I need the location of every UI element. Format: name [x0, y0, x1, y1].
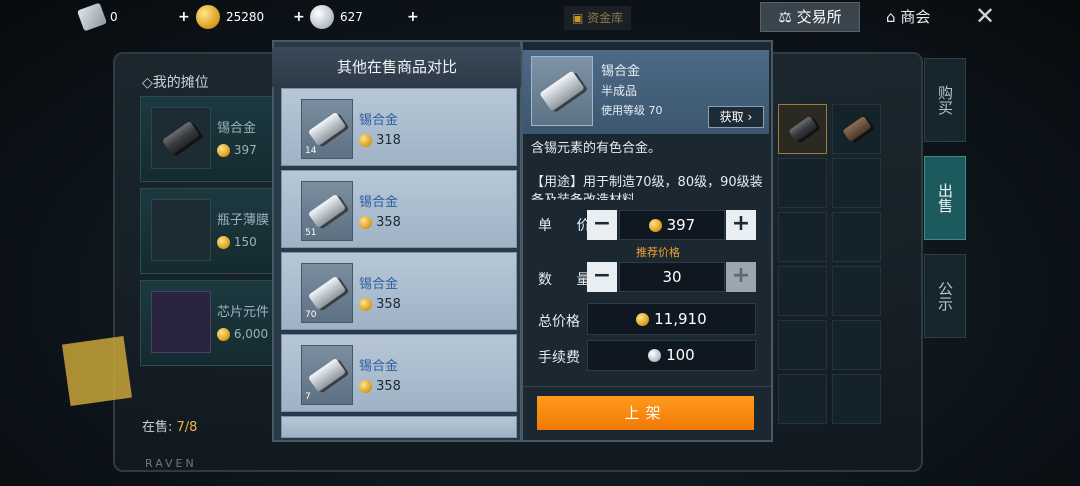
offer-price: 358 — [359, 297, 401, 312]
tab-buy[interactable]: 购买 — [924, 58, 966, 142]
inventory-slot[interactable] — [832, 266, 881, 316]
silver-coin-icon — [310, 5, 334, 29]
stall-item-price: 397 — [217, 143, 257, 157]
crystal-icon — [76, 2, 108, 32]
item-usage: 【用途】用于制造70级，80级，90级装备及装备改造材料。 — [531, 175, 763, 200]
stall-item[interactable]: 瓶子薄膜 150 — [140, 188, 275, 274]
unit-price-input[interactable]: 397 — [619, 210, 725, 240]
add-silver-button[interactable]: + — [407, 9, 419, 25]
inventory-slot[interactable] — [778, 374, 827, 424]
gold-coin-icon — [359, 380, 372, 393]
price-decrease-button[interactable]: − — [587, 210, 617, 240]
alloy-item-icon — [531, 56, 593, 126]
gold-coin-icon — [217, 328, 230, 341]
alloy-item-icon: 51 — [301, 181, 353, 241]
offer-name: 锡合金 — [359, 113, 399, 128]
brand-logo: RAVEN — [145, 457, 197, 470]
silver-coin-icon — [648, 349, 662, 362]
resource-crystal: 0 — [76, 2, 118, 32]
close-icon: ✕ — [975, 2, 996, 30]
total-price-value: 11,910 — [587, 303, 756, 335]
offer-name: 锡合金 — [359, 359, 399, 374]
stall-item-price: 150 — [217, 235, 257, 249]
item-header: 锡合金 半成品 使用等级 70 获取 › — [523, 50, 769, 134]
stall-item[interactable]: 芯片元件 6,000 — [140, 280, 275, 366]
add-crystal-button[interactable]: + — [178, 9, 190, 25]
quantity-increase-button[interactable]: + — [726, 262, 756, 292]
offer-price: 358 — [359, 215, 401, 230]
fund-button[interactable]: ▣ 资金库 — [564, 6, 632, 30]
inventory-slot[interactable] — [778, 212, 827, 262]
fund-icon: ▣ — [572, 11, 584, 25]
inventory-slot[interactable] — [832, 320, 881, 370]
divider — [523, 386, 771, 387]
sticky-note — [61, 335, 133, 407]
stall-title: ◇我的摊位 — [142, 75, 209, 91]
fee-value: 100 — [587, 340, 756, 371]
gold-coin-icon — [648, 219, 662, 232]
offer-row[interactable] — [281, 416, 517, 438]
gold-coin-icon — [196, 5, 220, 29]
gold-coin-icon — [217, 236, 230, 249]
gold-coin-icon — [217, 144, 230, 157]
stall-item-name: 瓶子薄膜 — [217, 213, 270, 228]
gold-coin-icon — [359, 216, 372, 229]
inventory-slot[interactable] — [778, 104, 827, 154]
tab-sell[interactable]: 出售 — [924, 156, 966, 240]
stall-item[interactable]: 锡合金 397 — [140, 96, 275, 182]
home-icon: ⌂ — [886, 8, 896, 26]
inventory-slot[interactable] — [778, 158, 827, 208]
list-item-button[interactable]: 上架 — [537, 396, 754, 430]
inventory-grid — [778, 104, 882, 424]
resource-gold: 25280 — [196, 4, 264, 30]
offer-price: 318 — [359, 133, 401, 148]
alloy-item-icon: 70 — [301, 263, 353, 323]
offer-row[interactable]: 7 锡合金 358 — [281, 334, 517, 412]
quantity-decrease-button[interactable]: − — [587, 262, 617, 292]
inventory-slot[interactable] — [832, 158, 881, 208]
inventory-slot[interactable] — [778, 320, 827, 370]
exchange-button[interactable]: ⚖ 交易所 — [760, 2, 860, 32]
guild-button[interactable]: ⌂ 商会 — [886, 6, 930, 27]
inventory-slot[interactable] — [832, 374, 881, 424]
inventory-slot[interactable] — [778, 266, 827, 316]
offer-row[interactable]: 51 锡合金 358 — [281, 170, 517, 248]
close-button[interactable]: ✕ — [975, 2, 995, 30]
alloy-item-icon — [151, 107, 211, 169]
gold-coin-icon — [359, 134, 372, 147]
price-increase-button[interactable]: + — [726, 210, 756, 240]
gold-coin-icon — [359, 298, 372, 311]
offer-row[interactable]: 70 锡合金 358 — [281, 252, 517, 330]
alloy-item-icon: 7 — [301, 345, 353, 405]
stall-item-name: 芯片元件 — [217, 305, 270, 320]
film-item-icon — [151, 199, 211, 261]
add-gold-button[interactable]: + — [293, 9, 305, 25]
on-sale-count: 在售: 7/8 — [142, 420, 198, 435]
offer-price: 358 — [359, 379, 401, 394]
stall-item-name: 锡合金 — [217, 121, 257, 136]
inventory-slot[interactable] — [832, 212, 881, 262]
get-source-button[interactable]: 获取 › — [708, 106, 764, 128]
offer-name: 锡合金 — [359, 277, 399, 292]
gold-coin-icon — [636, 313, 650, 326]
stall-item-price: 6,000 — [217, 327, 268, 341]
quantity-input[interactable]: 30 — [619, 262, 725, 292]
item-name: 锡合金 — [601, 64, 641, 79]
compare-title: 其他在售商品对比 — [272, 47, 522, 87]
tab-notice[interactable]: 公示 — [924, 254, 966, 338]
resource-silver: 627 — [310, 4, 363, 30]
offer-name: 锡合金 — [359, 195, 399, 210]
exchange-icon: ⚖ — [778, 8, 792, 26]
alloy-item-icon: 14 — [301, 99, 353, 159]
chip-item-icon — [151, 291, 211, 353]
total-price-label: 总价格 — [538, 314, 580, 330]
item-description: 含锡元素的有色合金。 【用途】用于制造70级，80级，90级装备及装备改造材料。 — [531, 140, 763, 200]
item-type: 半成品 — [601, 84, 638, 98]
chevron-right-icon: › — [747, 110, 753, 124]
offer-row[interactable]: 14 锡合金 318 — [281, 88, 517, 166]
fee-label: 手续费 — [538, 350, 580, 366]
recommended-price-label: 推荐价格 — [636, 246, 680, 259]
inventory-slot[interactable] — [832, 104, 881, 154]
item-level: 使用等级 70 — [601, 104, 663, 117]
